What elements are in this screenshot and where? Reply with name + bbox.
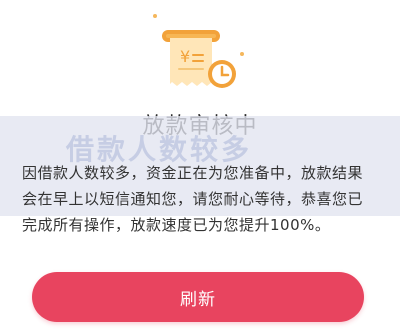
svg-text:¥: ¥ — [180, 47, 190, 66]
loan-pending-icon: ¥ — [153, 14, 244, 88]
status-description: 因借款人数较多，资金正在为您准备中，放款结果会在早上以短信通知您，请您耐心等待，… — [22, 164, 364, 234]
refresh-button[interactable]: 刷新 — [32, 272, 364, 322]
status-title: 放款审核中 — [142, 114, 258, 139]
loan-status-page: ¥ 放款审核中 借款人数较多 因借款人数较多，资金正在为您准备中，放款结果会在早… — [0, 0, 400, 334]
